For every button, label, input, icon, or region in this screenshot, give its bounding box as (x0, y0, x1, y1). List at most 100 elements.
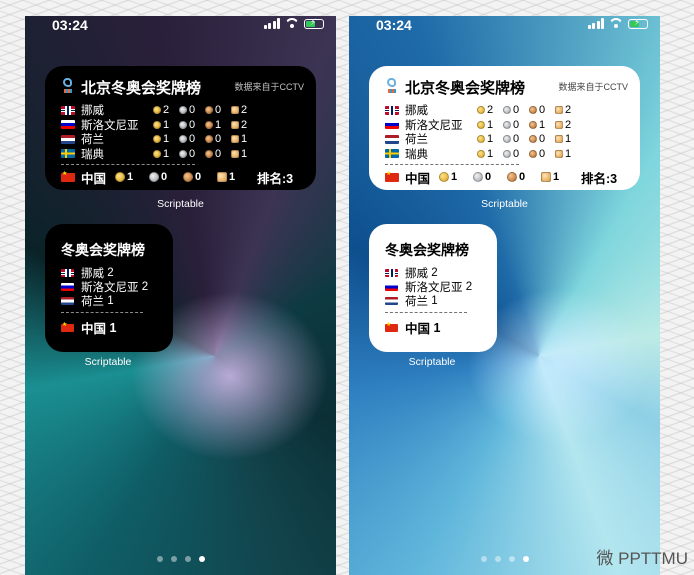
wifi-icon (285, 18, 299, 29)
rank-label: 排名:3 (257, 171, 294, 186)
medal-table: 挪威 2 0 0 2 斯洛文尼亚 1 0 1 2 荷兰 1 0 0 1 瑞典 1… (61, 103, 304, 161)
medal-widget-small[interactable]: 冬奥会奖牌榜 挪威 2 斯洛文尼亚 2 荷兰 1 中国 1 (45, 224, 173, 352)
country-name: 荷兰 (405, 296, 428, 308)
silver-count: 0 (513, 133, 520, 146)
bronze-count: 1 (215, 118, 222, 131)
silver-count: 0 (513, 104, 520, 117)
gold-medal-icon (153, 135, 161, 144)
gold-count: 1 (487, 133, 494, 146)
silver-medal-icon (149, 172, 159, 182)
data-source: 数据来自于CCTV (558, 82, 629, 92)
widget-title: 北京冬奥会奖牌榜 (405, 79, 526, 97)
total-medal-icon (555, 135, 563, 144)
country-name: 中国 (405, 171, 431, 186)
beijing-2022-logo-icon (61, 78, 75, 96)
silver-count: 0 (513, 147, 520, 160)
dashed-divider (61, 312, 143, 313)
total-count: 2 (141, 281, 149, 293)
list-item: 斯洛文尼亚 2 (61, 280, 173, 294)
bronze-medal-icon (529, 135, 537, 144)
total-count: 1 (241, 133, 248, 146)
total-count: 2 (431, 267, 438, 279)
phone-light-mode: 03:24 ⚡ 北京冬奥会奖牌榜 数据来自于CCTV 挪威 2 0 0 2 斯洛… (349, 16, 660, 575)
norway-flag-icon (385, 105, 399, 115)
bronze-count: 0 (539, 147, 546, 160)
status-icons: ⚡ (263, 17, 324, 29)
total-count: 1 (241, 147, 248, 160)
medal-widget-large[interactable]: 北京冬奥会奖牌榜 数据来自于CCTV 挪威 2 0 0 2 斯洛文尼亚 1 0 (45, 66, 316, 190)
page-dot[interactable] (170, 556, 177, 562)
medal-widget-large[interactable]: 北京冬奥会奖牌榜 数据来自于CCTV 挪威 2 0 0 2 斯洛文尼亚 1 0 (369, 66, 640, 190)
sweden-flag-icon (61, 149, 75, 159)
medal-widget-small[interactable]: 冬奥会奖牌榜 挪威 2 斯洛文尼亚 2 荷兰 1 中国 1 (369, 224, 497, 352)
norway-flag-icon (61, 269, 74, 277)
total-count: 1 (109, 320, 117, 335)
gold-medal-icon (477, 149, 485, 158)
china-flag-icon (61, 170, 75, 182)
silver-medal-icon (179, 120, 187, 129)
page-dot[interactable] (508, 556, 515, 562)
total-count: 2 (107, 267, 114, 279)
bronze-medal-icon (205, 106, 213, 115)
total-medal-icon (555, 106, 563, 115)
table-row: 瑞典 1 0 0 1 (385, 147, 628, 162)
page-indicator[interactable] (25, 556, 336, 562)
bronze-count: 0 (195, 171, 202, 183)
total-medal-icon (231, 149, 239, 158)
page-dot-active[interactable] (522, 556, 529, 562)
netherlands-flag-icon (385, 134, 399, 144)
status-bar: 03:24 ⚡ (349, 16, 660, 34)
widget-header: 北京冬奥会奖牌榜 数据来自于CCTV (61, 76, 304, 98)
page-dot[interactable] (156, 556, 163, 562)
silver-count: 0 (513, 118, 520, 131)
list-item: 挪威 2 (61, 266, 173, 280)
status-icons: ⚡ (587, 17, 648, 29)
gold-medal-icon (153, 120, 161, 129)
table-row: 斯洛文尼亚 1 0 1 2 (385, 118, 628, 133)
gold-medal-icon (115, 172, 125, 182)
china-row: 中国 1 (385, 318, 497, 337)
gold-count: 1 (127, 171, 134, 183)
bronze-count: 0 (215, 147, 222, 160)
total-count: 2 (565, 104, 572, 117)
total-medal-icon (555, 149, 563, 158)
bronze-count: 0 (539, 104, 546, 117)
silver-medal-icon (179, 106, 187, 115)
gold-medal-icon (153, 149, 161, 158)
widget-app-label: Scriptable (157, 198, 204, 210)
page-dot[interactable] (184, 556, 191, 562)
page-dot-active[interactable] (198, 556, 205, 562)
total-count: 1 (433, 320, 441, 335)
bronze-count: 1 (539, 118, 546, 131)
dashed-divider (385, 164, 519, 165)
bronze-medal-icon (529, 149, 537, 158)
gold-medal-icon (439, 172, 449, 182)
widget-header: 北京冬奥会奖牌榜 数据来自于CCTV (385, 76, 628, 98)
gold-count: 1 (163, 133, 170, 146)
widget-app-label: Scriptable (481, 198, 528, 210)
dashed-divider (385, 312, 467, 313)
dashed-divider (61, 164, 195, 165)
status-time: 03:24 (52, 17, 88, 33)
slovenia-flag-icon (61, 283, 74, 291)
total-medal-icon (231, 120, 239, 129)
bronze-count: 0 (215, 133, 222, 146)
bronze-medal-icon (529, 106, 537, 115)
list-item: 荷兰 1 (385, 294, 497, 308)
page-dot[interactable] (494, 556, 501, 562)
page-dot[interactable] (480, 556, 487, 562)
total-medal-icon (541, 172, 551, 182)
table-row: 斯洛文尼亚 1 0 1 2 (61, 118, 304, 133)
total-count: 1 (565, 133, 572, 146)
gold-count: 1 (451, 171, 458, 183)
bronze-medal-icon (183, 172, 193, 182)
bronze-medal-icon (205, 120, 213, 129)
silver-medal-icon (473, 172, 483, 182)
status-time: 03:24 (376, 17, 412, 33)
battery-charging-icon: ⚡ (628, 17, 648, 29)
china-flag-icon (385, 170, 399, 182)
netherlands-flag-icon (385, 297, 398, 305)
silver-medal-icon (179, 149, 187, 158)
gold-medal-icon (153, 106, 161, 115)
battery-charging-icon: ⚡ (304, 17, 324, 29)
